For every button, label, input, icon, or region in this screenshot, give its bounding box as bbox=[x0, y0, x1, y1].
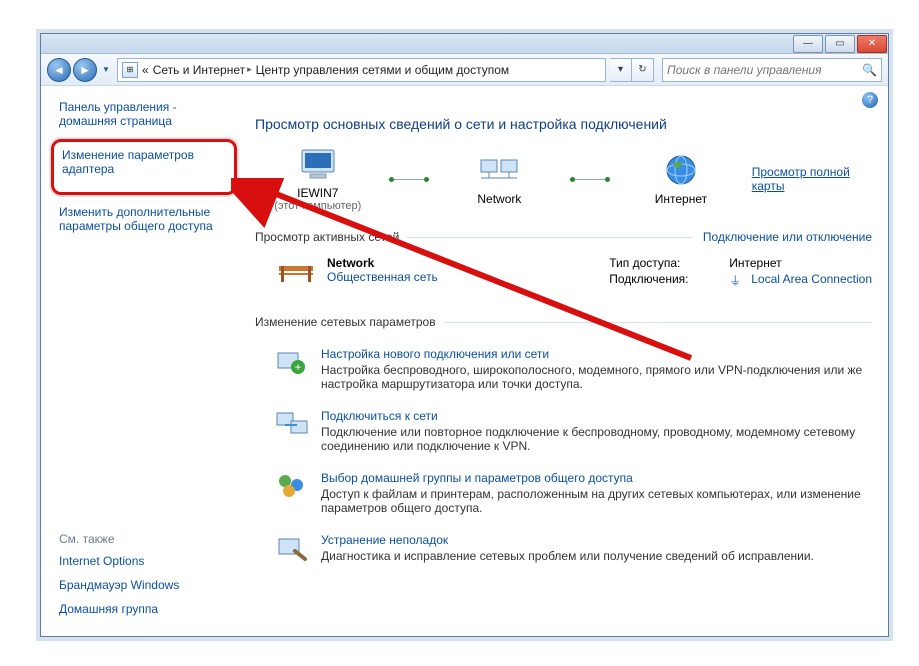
map-node-this-pc[interactable]: IEWIN7 (этот компьютер) bbox=[255, 146, 381, 212]
active-network-type[interactable]: Общественная сеть bbox=[327, 270, 438, 284]
maximize-button[interactable]: ▭ bbox=[825, 35, 855, 53]
see-also: См. также Internet Options Брандмауэр Wi… bbox=[59, 522, 231, 626]
active-network: Network Общественная сеть Тип доступа: И… bbox=[255, 246, 872, 297]
map-node-name: Network bbox=[437, 192, 563, 206]
map-node-name: IEWIN7 bbox=[255, 186, 381, 200]
access-value: Интернет bbox=[729, 256, 781, 270]
address-dropdown[interactable]: ▾ bbox=[610, 58, 632, 82]
search-input[interactable] bbox=[667, 63, 862, 77]
map-node-internet[interactable]: Интернет bbox=[618, 152, 744, 206]
firewall-link[interactable]: Брандмауэр Windows bbox=[59, 578, 231, 592]
page-title: Просмотр основных сведений о сети и наст… bbox=[255, 116, 872, 132]
param-desc: Подключение или повторное подключение к … bbox=[321, 425, 868, 453]
address-bar[interactable]: ⊞ « Сеть и Интернет▸ Центр управления се… bbox=[117, 58, 606, 82]
param-homegroup[interactable]: Выбор домашней группы и параметров общег… bbox=[255, 463, 872, 525]
forward-button[interactable]: ► bbox=[73, 58, 97, 82]
param-desc: Диагностика и исправление сетевых пробле… bbox=[321, 549, 814, 563]
param-troubleshoot[interactable]: Устранение неполадок Диагностика и испра… bbox=[255, 525, 872, 573]
control-panel-icon: ⊞ bbox=[122, 62, 138, 78]
access-label: Тип доступа: bbox=[609, 256, 719, 270]
navbar: ◄ ► ▼ ⊞ « Сеть и Интернет▸ Центр управле… bbox=[41, 54, 888, 86]
breadcrumb-prefix[interactable]: « bbox=[142, 63, 149, 77]
minimize-button[interactable]: — bbox=[793, 35, 823, 53]
param-desc: Доступ к файлам и принтерам, расположенн… bbox=[321, 487, 868, 515]
map-connector bbox=[389, 179, 429, 180]
refresh-button[interactable]: ↻ bbox=[632, 58, 654, 82]
network-params-heading: Изменение сетевых параметров bbox=[255, 315, 872, 329]
param-title[interactable]: Устранение неполадок bbox=[321, 533, 448, 547]
bench-icon bbox=[275, 256, 317, 286]
wizard-icon: + bbox=[275, 347, 309, 377]
connect-disconnect-link[interactable]: Подключение или отключение bbox=[703, 230, 872, 244]
map-connector bbox=[570, 179, 610, 180]
search-box[interactable]: 🔍 bbox=[662, 58, 882, 82]
computer-icon bbox=[296, 146, 340, 182]
connections-label: Подключения: bbox=[609, 272, 719, 289]
cp-home-link[interactable]: Панель управления - домашняя страница bbox=[59, 100, 231, 128]
connection-link[interactable]: Local Area Connection bbox=[751, 272, 872, 289]
advanced-sharing-link[interactable]: Изменить дополнительные параметры общего… bbox=[59, 205, 231, 233]
active-network-name: Network bbox=[327, 256, 374, 270]
content-pane: ? Просмотр основных сведений о сети и на… bbox=[241, 86, 888, 636]
titlebar: — ▭ ✕ bbox=[41, 34, 888, 54]
back-button[interactable]: ◄ bbox=[47, 58, 71, 82]
homegroup-link[interactable]: Домашняя группа bbox=[59, 602, 231, 616]
svg-text:+: + bbox=[294, 360, 301, 374]
ethernet-icon: ⏚ bbox=[729, 272, 741, 289]
history-dropdown[interactable]: ▼ bbox=[99, 58, 113, 82]
map-node-sub: (этот компьютер) bbox=[255, 200, 381, 212]
annotation-highlight: Изменение параметров адаптера bbox=[51, 139, 237, 195]
control-panel-window: — ▭ ✕ ◄ ► ▼ ⊞ « Сеть и Интернет▸ Центр у… bbox=[40, 33, 889, 637]
map-node-network[interactable]: Network bbox=[437, 152, 563, 206]
full-map-link[interactable]: Просмотр полной карты bbox=[752, 165, 850, 193]
help-icon[interactable]: ? bbox=[862, 92, 878, 108]
homegroup-icon bbox=[275, 471, 309, 501]
param-title[interactable]: Подключиться к сети bbox=[321, 409, 438, 423]
active-networks-heading: Просмотр активных сетей Подключение или … bbox=[255, 230, 872, 244]
troubleshoot-icon bbox=[275, 533, 309, 563]
sidebar: Панель управления - домашняя страница Из… bbox=[41, 86, 241, 636]
param-new-connection[interactable]: + Настройка нового подключения или сети … bbox=[255, 339, 872, 401]
search-icon[interactable]: 🔍 bbox=[862, 63, 877, 77]
globe-icon bbox=[659, 152, 703, 188]
param-title[interactable]: Настройка нового подключения или сети bbox=[321, 347, 549, 361]
param-connect-network[interactable]: Подключиться к сети Подключение или повт… bbox=[255, 401, 872, 463]
network-icon bbox=[477, 152, 521, 188]
see-also-heading: См. также bbox=[59, 532, 231, 546]
param-desc: Настройка беспроводного, широкополосного… bbox=[321, 363, 868, 391]
breadcrumb-network-center[interactable]: Центр управления сетями и общим доступом bbox=[256, 63, 510, 77]
param-title[interactable]: Выбор домашней группы и параметров общег… bbox=[321, 471, 633, 485]
connect-icon bbox=[275, 409, 309, 439]
close-button[interactable]: ✕ bbox=[857, 35, 887, 53]
full-map-link-wrap: Просмотр полной карты bbox=[752, 165, 872, 193]
breadcrumb-network-internet[interactable]: Сеть и Интернет▸ bbox=[153, 63, 252, 77]
adapter-settings-link[interactable]: Изменение параметров адаптера bbox=[62, 148, 226, 176]
map-node-name: Интернет bbox=[618, 192, 744, 206]
internet-options-link[interactable]: Internet Options bbox=[59, 554, 231, 568]
network-params-list: + Настройка нового подключения или сети … bbox=[255, 331, 872, 573]
network-map: IEWIN7 (этот компьютер) Network Интернет bbox=[255, 146, 872, 212]
